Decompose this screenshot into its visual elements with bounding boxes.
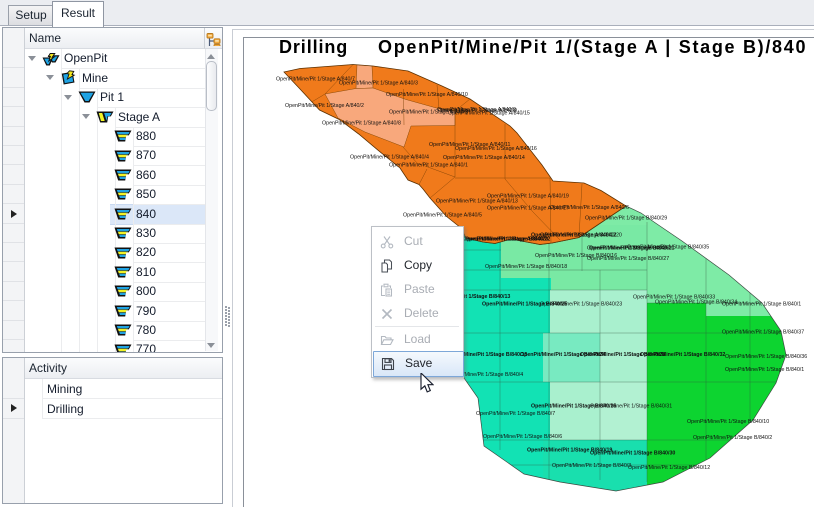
svg-text:OpenPit/Mine/Pit 1/Stage B/840: OpenPit/Mine/Pit 1/Stage B/840/7 xyxy=(476,411,555,417)
svg-text:OpenPit/Mine/Pit 1/Stage A/840: OpenPit/Mine/Pit 1/Stage A/840/14 xyxy=(443,155,525,161)
svg-text:OpenPit/Mine/Pit 1/Stage B/840: OpenPit/Mine/Pit 1/Stage B/840/31 xyxy=(590,404,672,410)
svg-text:OpenPit/Mine/Pit 1/Stage B/840: OpenPit/Mine/Pit 1/Stage B/840/12 xyxy=(628,465,710,471)
svg-text:OpenPit/Mine/Pit 1/Stage A/840: OpenPit/Mine/Pit 1/Stage A/840/1 xyxy=(389,163,468,169)
svg-text:OpenPit/Mine/Pit 1/Stage B/840: OpenPit/Mine/Pit 1/Stage B/840/32 xyxy=(640,352,725,358)
svg-text:OpenPit/Mine/Pit 1/Stage B/840: OpenPit/Mine/Pit 1/Stage B/840/37 xyxy=(722,330,804,336)
svg-text:OpenPit/Mine/Pit 1/Stage A/840: OpenPit/Mine/Pit 1/Stage A/840/20 xyxy=(540,233,622,239)
svg-text:OpenPit/Mine/Pit 1/Stage A/840: OpenPit/Mine/Pit 1/Stage A/840/4 xyxy=(350,155,429,161)
svg-text:OpenPit/Mine/Pit 1/Stage A/840: OpenPit/Mine/Pit 1/Stage A/840/2 xyxy=(285,103,364,109)
svg-text:OpenPit/Mine/Pit 1/Stage B/840: OpenPit/Mine/Pit 1/Stage B/840/22 xyxy=(465,237,550,243)
svg-text:OpenPit/Mine/Pit 1/Stage B/840: OpenPit/Mine/Pit 1/Stage B/840/30 xyxy=(590,451,675,457)
svg-text:OpenPit/Mine/Pit 1/Stage B/840: OpenPit/Mine/Pit 1/Stage B/840/29 xyxy=(585,216,667,222)
svg-text:OpenPit/Mine/Pit 1/Stage A/840: OpenPit/Mine/Pit 1/Stage A/840/3 xyxy=(339,81,418,87)
svg-text:OpenPit/Mine/Pit 1/Stage B/840: OpenPit/Mine/Pit 1/Stage B/840/1 xyxy=(725,367,804,373)
svg-text:OpenPit/Mine/Pit 1/Stage B/840: OpenPit/Mine/Pit 1/Stage B/840/3 xyxy=(552,463,631,469)
svg-text:OpenPit/Mine/Pit 1/Stage A/840: OpenPit/Mine/Pit 1/Stage A/840/16 xyxy=(455,146,537,152)
svg-text:OpenPit/Mine/Pit 1/Stage A/840: OpenPit/Mine/Pit 1/Stage A/840/13 xyxy=(436,199,518,205)
svg-text:OpenPit/Mine/Pit 1/Stage B/840: OpenPit/Mine/Pit 1/Stage B/840/6 xyxy=(483,434,562,440)
svg-text:OpenPit/Mine/Pit 1/Stage A/840: OpenPit/Mine/Pit 1/Stage A/840/8 xyxy=(322,121,401,127)
svg-text:OpenPit/Mine/Pit 1/Stage B/840: OpenPit/Mine/Pit 1/Stage B/840/36 xyxy=(725,354,807,360)
svg-text:OpenPit/Mine/Pit 1/Stage A/840: OpenPit/Mine/Pit 1/Stage A/840/6 xyxy=(550,205,629,211)
svg-text:OpenPit/Mine/Pit 1/Stage B/840: OpenPit/Mine/Pit 1/Stage B/840/23 xyxy=(540,302,622,308)
svg-text:OpenPit/Mine/Pit 1/Stage A/840: OpenPit/Mine/Pit 1/Stage A/840/15 xyxy=(448,111,530,117)
svg-text:OpenPit/Mine/Pit 1/Stage B/840: OpenPit/Mine/Pit 1/Stage B/840/1 xyxy=(722,302,801,308)
svg-text:OpenPit/Mine/Pit 1/Stage B/840: OpenPit/Mine/Pit 1/Stage B/840/16 xyxy=(535,253,617,259)
svg-text:OpenPit/Mine/Pit 1/Stage A/840: OpenPit/Mine/Pit 1/Stage A/840/5 xyxy=(403,213,482,219)
svg-text:OpenPit/Mine/Pit 1/Stage B/840: OpenPit/Mine/Pit 1/Stage B/840/18 xyxy=(485,264,567,270)
svg-text:OpenPit/Mine/Pit 1/Stage B/840: OpenPit/Mine/Pit 1/Stage B/840/10 xyxy=(687,419,769,425)
svg-text:OpenPit/Mine/Pit 1/Stage A/840: OpenPit/Mine/Pit 1/Stage A/840/10 xyxy=(386,92,468,98)
svg-text:OpenPit/Mine/Pit 1/Stage B/840: OpenPit/Mine/Pit 1/Stage B/840/21 xyxy=(589,246,674,252)
svg-text:OpenPit/Mine/Pit 1/Stage B/840: OpenPit/Mine/Pit 1/Stage B/840/2 xyxy=(693,435,772,441)
